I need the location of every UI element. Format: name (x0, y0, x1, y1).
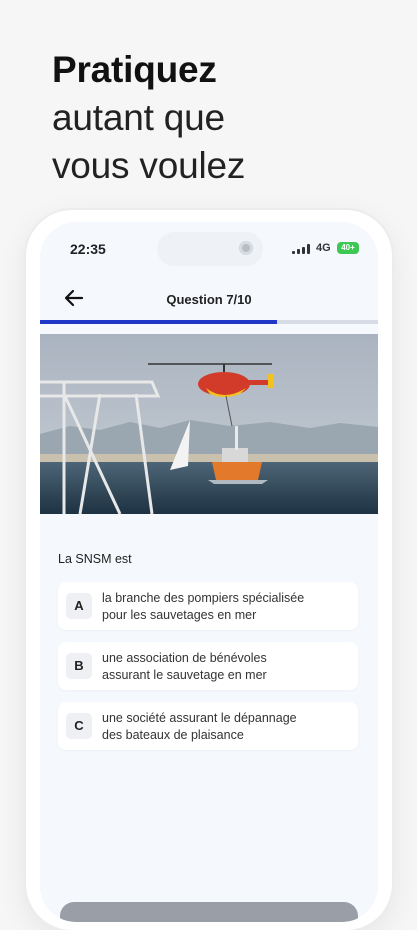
answer-letter: C (66, 713, 92, 739)
battery-icon: 40+ (337, 242, 359, 254)
answer-letter: B (66, 653, 92, 679)
answer-line: des bateaux de plaisance (102, 728, 244, 742)
camera-notch (157, 232, 263, 266)
answer-line: assurant le sauvetage en mer (102, 668, 267, 682)
answer-option-c[interactable]: C une société assurant le dépannage des … (58, 702, 358, 750)
camera-icon (239, 241, 253, 255)
network-type: 4G (316, 242, 331, 254)
question-text: La SNSM est (58, 552, 132, 566)
answer-line: pour les sauvetages en mer (102, 608, 257, 622)
answer-text: une association de bénévoles assurant le… (102, 650, 352, 684)
phone-frame: 22:35 4G 40+ Question 7/10 La SNSM est A… (26, 210, 392, 930)
status-time: 22:35 (70, 241, 106, 257)
signal-icon (292, 244, 310, 254)
answer-text: la branche des pompiers spécialisée pour… (102, 590, 352, 624)
status-bar: 22:35 4G 40+ (40, 222, 378, 272)
answer-option-b[interactable]: B une association de bénévoles assurant … (58, 642, 358, 690)
answer-letter: A (66, 593, 92, 619)
answer-option-a[interactable]: A la branche des pompiers spécialisée po… (58, 582, 358, 630)
headline-line-3: vous voulez (52, 145, 246, 186)
answer-line: une société assurant le dépannage (102, 711, 297, 725)
phone-screen: 22:35 4G 40+ Question 7/10 La SNSM est A… (40, 222, 378, 922)
app-bar: Question 7/10 (40, 280, 378, 316)
answer-line: la branche des pompiers spécialisée (102, 591, 305, 605)
progress-bar (40, 320, 378, 324)
bottom-action-button[interactable] (60, 902, 358, 922)
headline-bold: Pratiquez (52, 49, 217, 90)
progress-fill (40, 320, 277, 324)
promo-headline: Pratiquez autant que vous voulez (52, 46, 245, 190)
headline-line-2: autant que (52, 97, 225, 138)
answer-text: une société assurant le dépannage des ba… (102, 710, 352, 744)
question-photo (40, 334, 378, 514)
answer-line: une association de bénévoles (102, 651, 267, 665)
question-counter: Question 7/10 (166, 292, 252, 307)
